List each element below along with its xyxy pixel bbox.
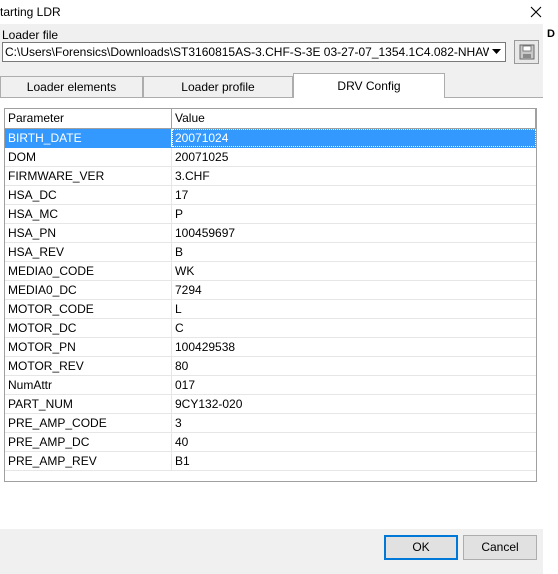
value-cell: 017 <box>175 378 196 392</box>
table-row[interactable]: MOTOR_CODE L <box>5 300 536 319</box>
parameter-cell: HSA_PN <box>5 224 172 242</box>
window-title: tarting LDR <box>0 5 61 19</box>
table-row[interactable]: PRE_AMP_DC 40 <box>5 433 536 452</box>
tab-strip: Loader elements Loader profile DRV Confi… <box>0 73 543 98</box>
value-cell: 7294 <box>175 283 202 297</box>
table-header: Parameter Value <box>5 109 536 129</box>
background-window-letter: D <box>547 28 555 40</box>
background-strip <box>543 94 558 574</box>
loader-dialog: tarting LDR D Loader file C:\Users\Foren… <box>0 0 558 574</box>
table-row[interactable]: HSA_REV B <box>5 243 536 262</box>
parameter-cell: MOTOR_DC <box>5 319 172 337</box>
parameter-cell: HSA_MC <box>5 205 172 223</box>
parameter-cell: PRE_AMP_REV <box>5 452 172 470</box>
value-cell: 20071025 <box>175 150 229 164</box>
loader-file-label: Loader file <box>2 28 59 42</box>
parameter-cell: MEDIA0_DC <box>5 281 172 299</box>
value-cell: 80 <box>175 359 189 373</box>
drv-config-table[interactable]: Parameter Value BIRTH_DATE 20071024 DOM 200… <box>4 108 537 482</box>
value-cell: 17 <box>175 188 189 202</box>
table-row[interactable]: HSA_PN 100459697 <box>5 224 536 243</box>
parameter-cell: NumAttr <box>5 376 172 394</box>
table-row[interactable]: HSA_DC 17 <box>5 186 536 205</box>
value-cell: 3.CHF <box>175 169 210 183</box>
parameter-cell: BIRTH_DATE <box>5 129 172 147</box>
table-row[interactable]: PRE_AMP_CODE 3 <box>5 414 536 433</box>
table-row[interactable]: MOTOR_PN 100429538 <box>5 338 536 357</box>
column-header-parameter[interactable]: Parameter <box>5 109 172 128</box>
title-bar: tarting LDR <box>0 0 558 24</box>
parameter-cell: PART_NUM <box>5 395 172 413</box>
column-header-value[interactable]: Value <box>172 109 536 128</box>
table-row[interactable]: MOTOR_DC C <box>5 319 536 338</box>
dropdown-button[interactable] <box>488 43 505 61</box>
loader-file-select[interactable]: C:\Users\Forensics\Downloads\ST3160815AS… <box>2 42 506 62</box>
parameter-cell: PRE_AMP_DC <box>5 433 172 451</box>
table-row[interactable]: PRE_AMP_REV B1 <box>5 452 536 471</box>
dialog-footer <box>0 529 543 574</box>
tab-loader-elements[interactable]: Loader elements <box>0 76 143 97</box>
ok-button[interactable]: OK <box>384 535 458 560</box>
parameter-cell: HSA_DC <box>5 186 172 204</box>
parameter-cell: HSA_REV <box>5 243 172 261</box>
table-row[interactable]: NumAttr 017 <box>5 376 536 395</box>
tab-label: Loader profile <box>181 80 255 94</box>
table-row[interactable]: BIRTH_DATE 20071024 <box>5 129 536 148</box>
close-button[interactable] <box>527 3 545 21</box>
value-cell: 3 <box>175 416 182 430</box>
tab-drv-config[interactable]: DRV Config <box>293 73 445 98</box>
value-cell: B1 <box>175 454 190 468</box>
value-cell: 100429538 <box>175 340 236 354</box>
table-row[interactable]: MEDIA0_DC 7294 <box>5 281 536 300</box>
parameter-cell: MOTOR_REV <box>5 357 172 375</box>
chevron-down-icon <box>492 49 501 54</box>
parameter-cell: PRE_AMP_CODE <box>5 414 172 432</box>
parameter-cell: MOTOR_CODE <box>5 300 172 318</box>
parameter-cell: DOM <box>5 148 172 166</box>
table-row[interactable]: DOM 20071025 <box>5 148 536 167</box>
table-row[interactable]: HSA_MC P <box>5 205 536 224</box>
value-cell: P <box>175 207 184 221</box>
table-row[interactable]: MOTOR_REV 80 <box>5 357 536 376</box>
parameter-cell: MOTOR_PN <box>5 338 172 356</box>
value-cell: WK <box>175 264 195 278</box>
parameter-cell: FIRMWARE_VER <box>5 167 172 185</box>
loader-file-path: C:\Users\Forensics\Downloads\ST3160815AS… <box>5 45 489 59</box>
value-cell: 20071024 <box>172 129 536 147</box>
tab-label: DRV Config <box>337 79 401 93</box>
table-row[interactable]: FIRMWARE_VER 3.CHF <box>5 167 536 186</box>
tab-label: Loader elements <box>26 80 117 94</box>
floppy-disk-icon <box>519 44 534 60</box>
cancel-button[interactable]: Cancel <box>463 535 537 560</box>
value-cell: 100459697 <box>175 226 236 240</box>
tab-loader-profile[interactable]: Loader profile <box>143 76 293 97</box>
value-cell: 9CY132-020 <box>175 397 243 411</box>
value-cell: 40 <box>175 435 189 449</box>
save-button[interactable] <box>514 40 539 64</box>
close-icon <box>530 6 542 18</box>
parameter-cell: MEDIA0_CODE <box>5 262 172 280</box>
value-cell: B <box>175 245 184 259</box>
value-cell: C <box>175 321 184 335</box>
table-row[interactable]: PART_NUM 9CY132-020 <box>5 395 536 414</box>
value-cell: L <box>175 302 182 316</box>
table-row[interactable]: MEDIA0_CODE WK <box>5 262 536 281</box>
